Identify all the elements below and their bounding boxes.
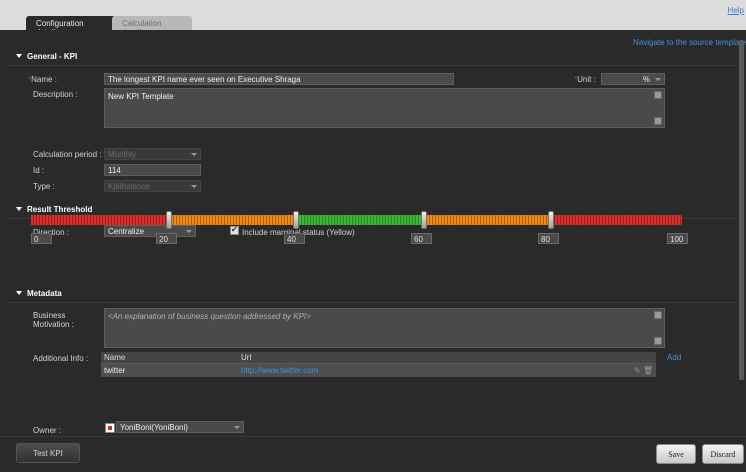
scroll-down-icon[interactable]	[654, 337, 662, 345]
table-row[interactable]: twitter http://www.twitter.com ✎ 🗑	[101, 364, 656, 377]
direction-select[interactable]: Centralize	[104, 225, 196, 237]
segment-orange-low	[168, 215, 296, 225]
section-title: General - KPI	[27, 52, 78, 61]
section-title: Result Threshold	[27, 205, 93, 214]
threshold-handle-20[interactable]	[166, 211, 172, 229]
chevron-down-icon	[234, 426, 240, 429]
edit-pencil-icon[interactable]: ✎	[634, 366, 641, 375]
help-link[interactable]: Help	[728, 6, 744, 15]
collapse-triangle-icon	[16, 291, 22, 295]
unit-value: %	[642, 75, 650, 84]
scale-value-0[interactable]: 0	[31, 233, 52, 244]
calculation-period-value: Monthly	[108, 150, 137, 159]
footer-bar: Test KPI Save Discard	[0, 436, 746, 472]
test-kpi-button[interactable]: Test KPI	[16, 443, 80, 463]
column-header-name: Name	[104, 353, 126, 362]
segment-red-low	[31, 215, 168, 225]
business-motivation-textarea[interactable]: <An explanation of business question add…	[104, 308, 665, 348]
collapse-triangle-icon	[16, 54, 22, 58]
vertical-scrollbar[interactable]	[739, 40, 744, 380]
owner-value: YoniBoni(YoniBoni)	[120, 423, 188, 432]
add-info-link[interactable]: Add	[667, 353, 681, 362]
section-metadata[interactable]: Metadata	[8, 289, 738, 303]
additional-info-table: Name Url twitter http://www.twitter.com …	[101, 352, 656, 377]
scale-value-80[interactable]: 80	[538, 233, 559, 244]
owner-user-icon	[105, 423, 115, 433]
calculation-period-select: Monthly	[104, 148, 201, 160]
direction-value: Centralize	[108, 227, 145, 236]
unit-label: *Unit :	[574, 75, 596, 84]
tab-calculation-details[interactable]: Calculation details	[112, 16, 192, 37]
owner-label: Owner :	[33, 426, 62, 435]
name-label: *Name :	[28, 75, 57, 84]
section-general-kpi[interactable]: General - KPI	[8, 52, 738, 66]
business-motivation-label-line1: Business	[33, 311, 66, 320]
row-url-link[interactable]: http://www.twitter.com	[238, 365, 598, 377]
tab-configuration-details[interactable]: Configuration details	[26, 16, 116, 37]
owner-select[interactable]: YoniBoni(YoniBoni)	[116, 421, 244, 433]
business-motivation-label-line2: Motivation :	[33, 320, 74, 329]
scale-value-100[interactable]: 100	[667, 233, 688, 244]
scale-value-40[interactable]: 40	[284, 233, 305, 244]
additional-info-label: Additional Info :	[33, 354, 89, 363]
chevron-down-icon	[191, 153, 197, 156]
discard-button[interactable]: Discard	[702, 444, 744, 464]
chevron-down-icon	[191, 185, 197, 188]
scale-value-60[interactable]: 60	[411, 233, 432, 244]
calculation-period-label: Calculation period :	[33, 150, 102, 159]
segment-green	[296, 215, 424, 225]
threshold-handle-80[interactable]	[548, 211, 554, 229]
column-header-url: Url	[241, 353, 252, 362]
segment-red-high	[552, 215, 682, 225]
marginal-status-checkbox[interactable]	[230, 225, 239, 235]
description-label: Description :	[33, 90, 78, 99]
type-label: Type :	[33, 182, 55, 191]
scrollbar-thumb[interactable]	[739, 40, 744, 380]
name-input[interactable]: The longest KPI name ever seen on Execut…	[104, 73, 454, 85]
segment-orange-high	[424, 215, 552, 225]
scale-value-20[interactable]: 20	[156, 233, 177, 244]
description-value: New KPI Template	[108, 92, 174, 101]
unit-select[interactable]: %	[601, 73, 665, 85]
delete-trash-icon[interactable]: 🗑	[643, 366, 653, 375]
section-title: Metadata	[27, 289, 62, 298]
chevron-down-icon	[655, 78, 661, 81]
threshold-handle-40[interactable]	[293, 211, 299, 229]
business-motivation-placeholder: <An explanation of business question add…	[108, 312, 311, 321]
threshold-slider-track[interactable]	[31, 215, 682, 225]
scroll-up-icon[interactable]	[654, 311, 662, 319]
scroll-up-icon[interactable]	[654, 91, 662, 99]
column-header-actions	[598, 352, 656, 363]
table-header: Name Url	[101, 352, 656, 364]
scroll-down-icon[interactable]	[654, 117, 662, 125]
chevron-down-icon	[186, 230, 192, 233]
threshold-handle-60[interactable]	[421, 211, 427, 229]
save-button[interactable]: Save	[656, 444, 696, 464]
type-value: KpiInstance	[108, 182, 150, 191]
id-field: 114	[104, 164, 201, 176]
row-name: twitter	[104, 365, 126, 375]
navigate-source-template-link[interactable]: Navigate to the source template	[633, 38, 746, 47]
type-select: KpiInstance	[104, 180, 201, 192]
collapse-triangle-icon	[16, 207, 22, 211]
description-textarea[interactable]: New KPI Template	[104, 88, 665, 128]
id-label: Id :	[33, 166, 45, 175]
top-bar: Help Configuration details Calculation d…	[0, 0, 746, 37]
row-actions: ✎ 🗑	[598, 365, 656, 377]
